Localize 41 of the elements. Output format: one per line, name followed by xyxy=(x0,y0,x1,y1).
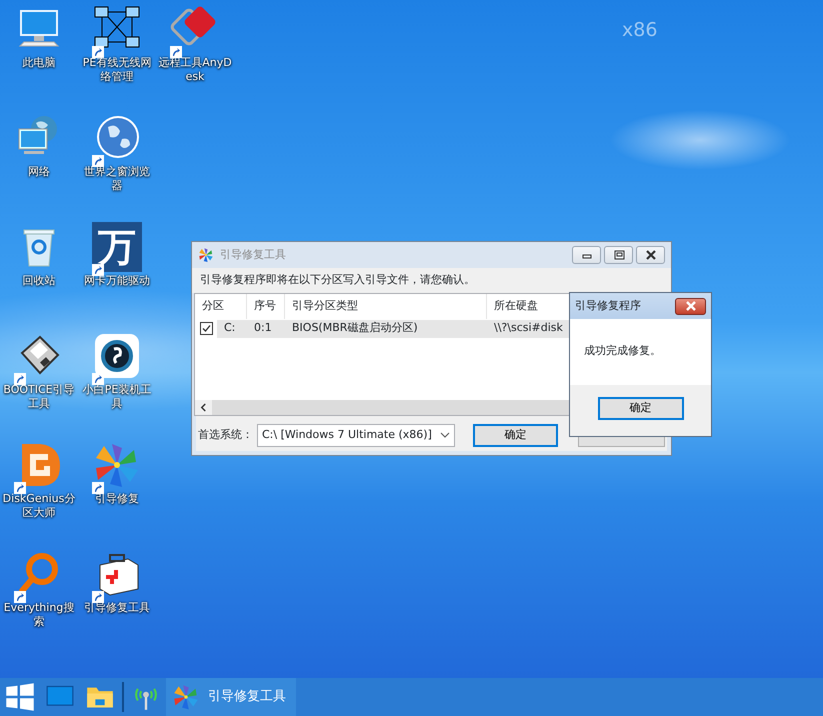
close-button[interactable] xyxy=(675,298,706,314)
pinwheel-icon xyxy=(172,683,200,711)
ok-button[interactable]: 确定 xyxy=(472,424,558,446)
maximize-button[interactable] xyxy=(604,246,633,264)
icon-label[interactable]: 引导修复 xyxy=(79,492,155,506)
windows-logo-icon[interactable] xyxy=(5,682,35,712)
close-icon xyxy=(684,301,696,311)
column-header[interactable]: 序号 xyxy=(247,294,285,318)
table-cell-text: C: xyxy=(223,320,236,336)
column-header[interactable]: 分区 xyxy=(195,294,247,318)
icon-label[interactable]: 世界之窗浏览器 xyxy=(79,165,155,193)
instruction-text: 引导修复程序即将在以下分区写入引导文件，请您确认。 xyxy=(192,268,671,292)
pinwheel-icon xyxy=(198,247,214,263)
icon-label[interactable]: PE有线无线网络管理 xyxy=(79,56,155,84)
icon-label[interactable]: 远程工具AnyDesk xyxy=(157,56,233,84)
icon-label[interactable]: 回收站 xyxy=(1,274,77,288)
chevron-down-icon[interactable] xyxy=(440,432,450,438)
window-title: 引导修复工具 xyxy=(220,246,286,263)
icon-label[interactable]: Everything搜索 xyxy=(1,601,77,629)
icon-label[interactable]: 小白PE装机工具 xyxy=(79,383,155,411)
checkbox[interactable] xyxy=(200,322,212,335)
column-header[interactable]: 引导分区类型 xyxy=(285,294,487,318)
icon-label[interactable]: 引导修复工具 xyxy=(79,601,155,615)
dialog-message: 成功完成修复。 xyxy=(584,343,662,359)
ok-button[interactable]: 确定 xyxy=(598,397,684,420)
wallpaper-label: x86 xyxy=(622,18,658,43)
field-label: 首选系统： xyxy=(198,426,253,443)
icon-label[interactable]: BOOTICE引导工具 xyxy=(1,383,77,411)
system-dropdown[interactable]: C:\ [Windows 7 Ultimate (x86)] xyxy=(257,424,455,446)
scroll-left-icon[interactable] xyxy=(200,402,207,412)
icon-label[interactable]: 网卡万能驱动 xyxy=(79,274,155,288)
table-cell-text: 0:1 xyxy=(253,320,273,336)
taskbar-app-button[interactable]: 引导修复工具 xyxy=(166,678,296,716)
icon-label[interactable]: DiskGenius分区大师 xyxy=(1,492,77,520)
icon-label[interactable]: 网络 xyxy=(1,165,77,179)
app-logo-icon[interactable] xyxy=(92,331,142,381)
table-cell-text: BIOS(MBR磁盘启动分区) xyxy=(291,320,419,336)
close-button[interactable] xyxy=(636,246,665,264)
minimize-button[interactable] xyxy=(572,246,601,264)
icon-label[interactable]: 此电脑 xyxy=(1,56,77,70)
table-cell-text: \\?\scsi#disk xyxy=(493,320,564,336)
